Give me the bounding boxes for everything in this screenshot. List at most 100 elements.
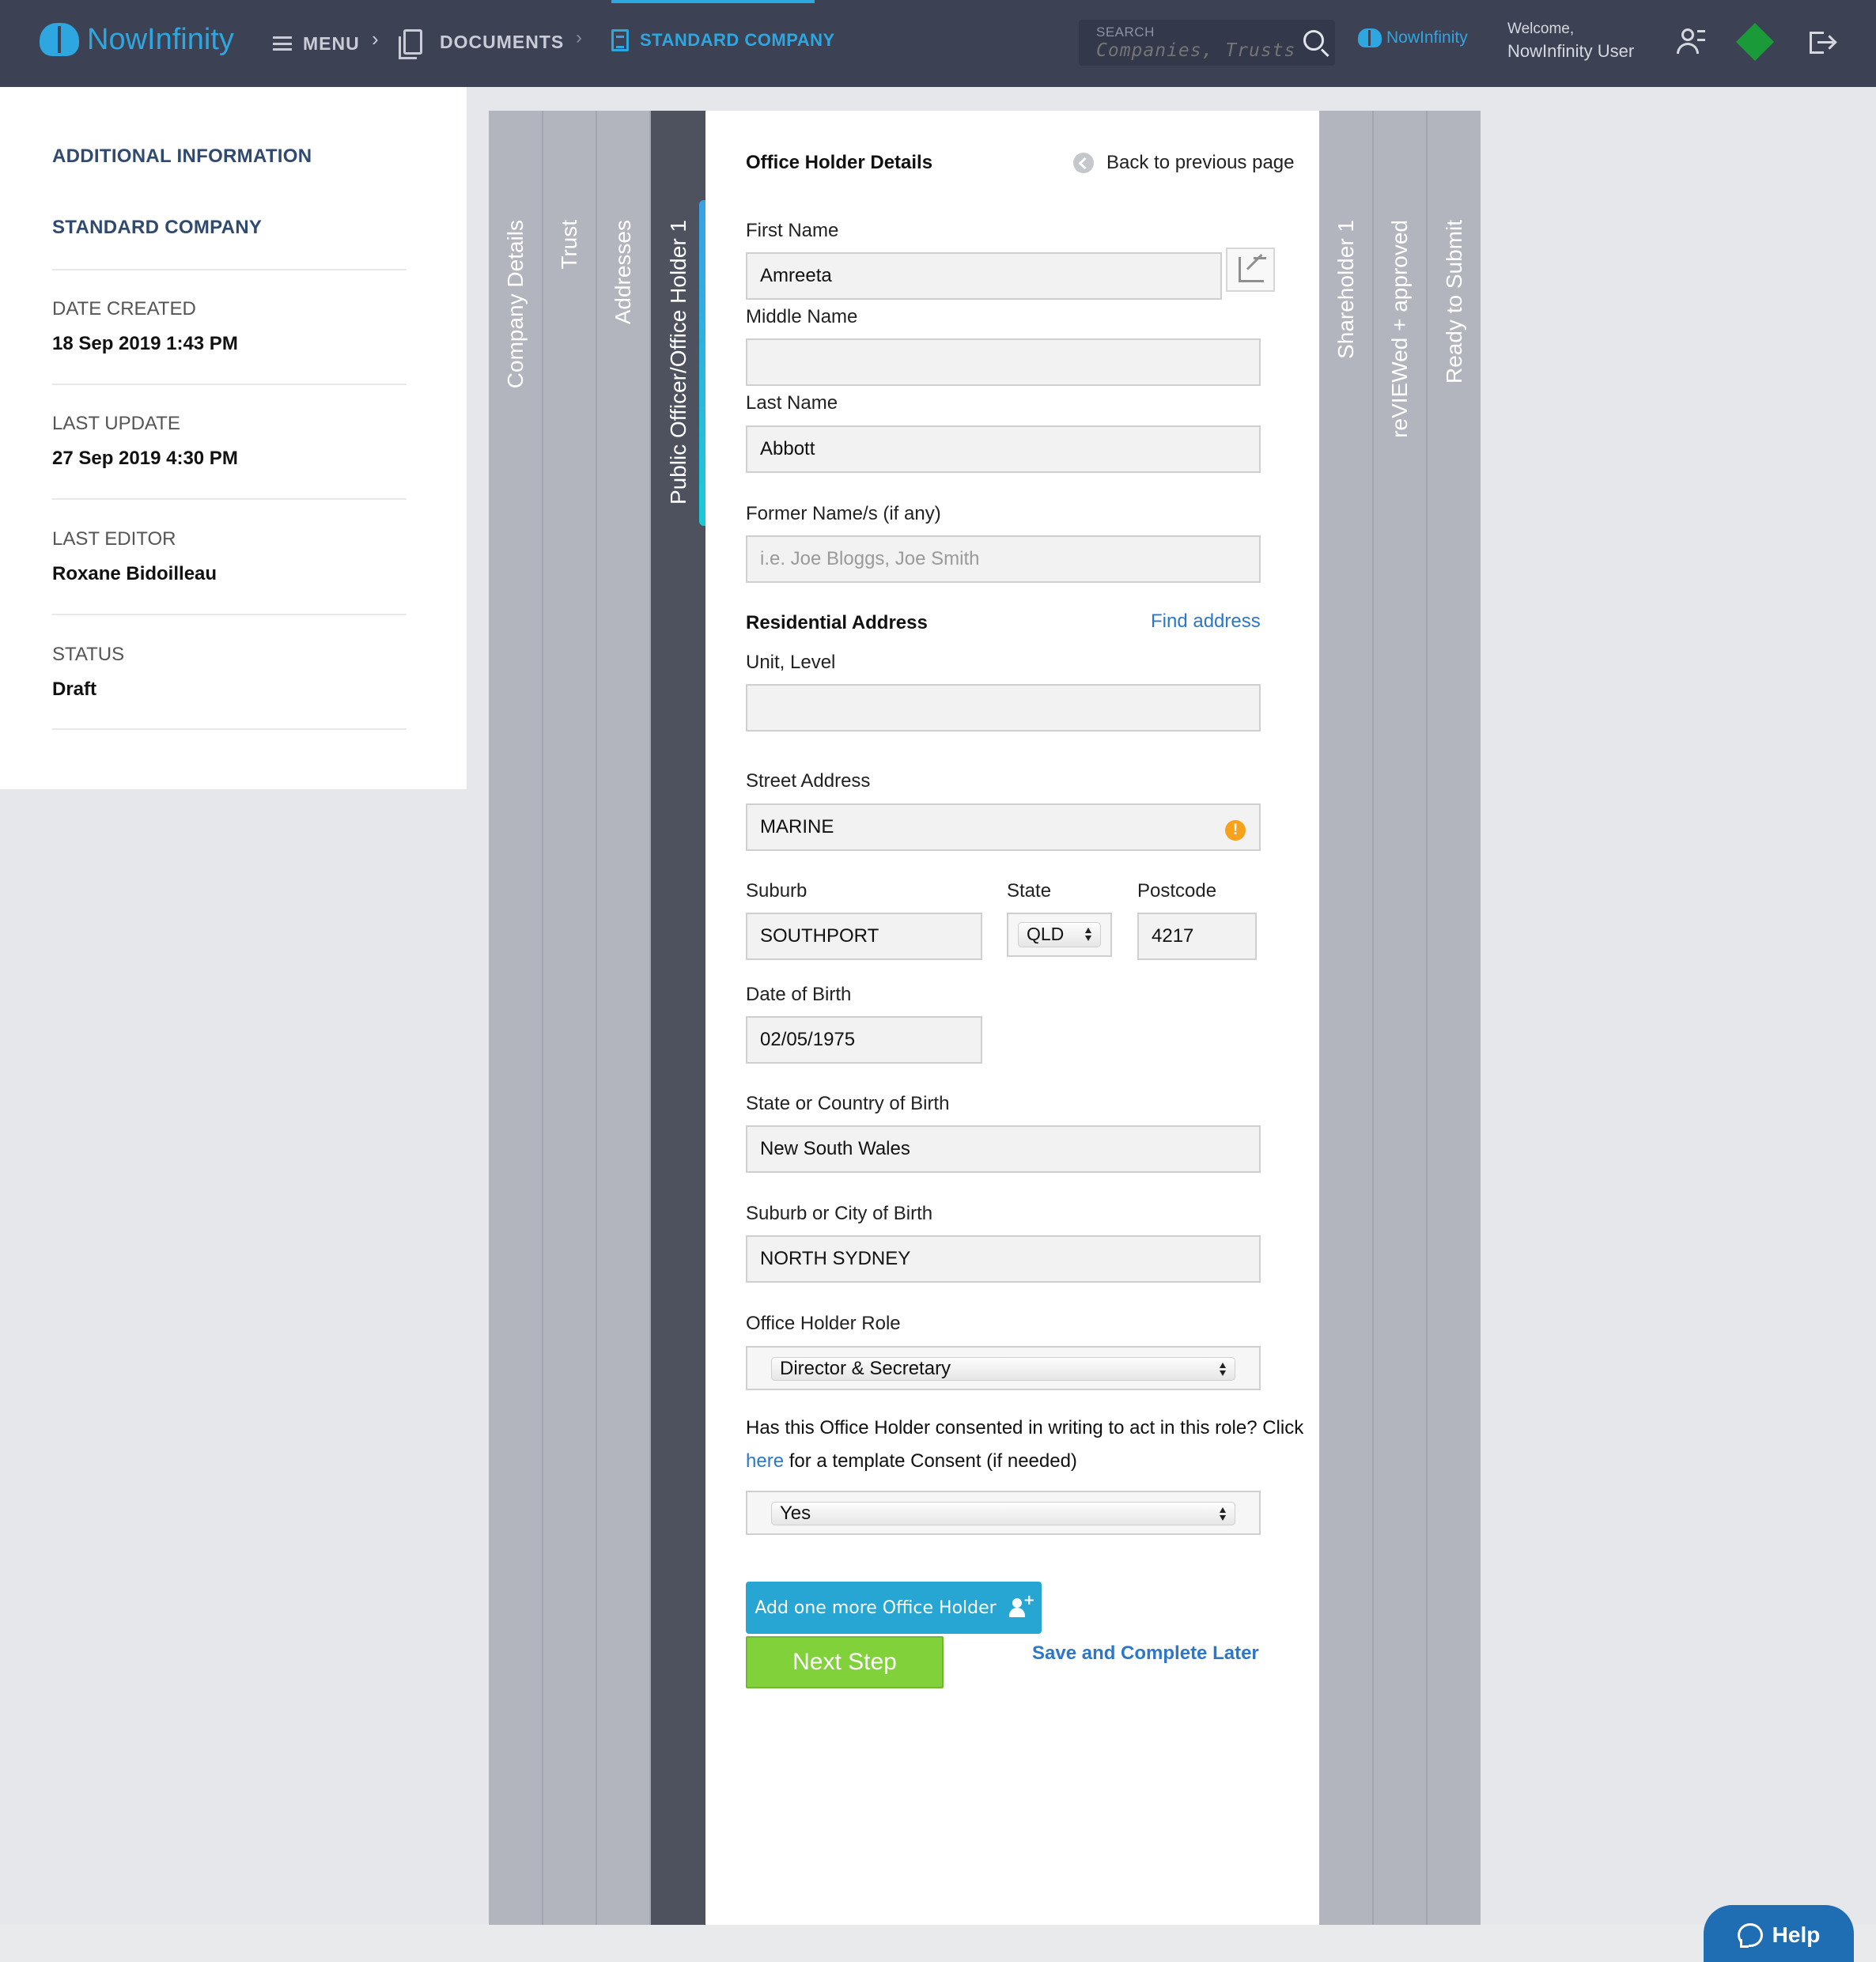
last-editor-value: Roxane Bidoilleau xyxy=(52,563,217,584)
role-select-control[interactable]: Director & Secretary xyxy=(771,1357,1235,1381)
top-navigation-bar: NowInfinity MENU › DOCUMENTS › STANDARD … xyxy=(0,0,1876,87)
open-external-button[interactable] xyxy=(1226,248,1275,292)
last-name-label: Last Name xyxy=(746,392,838,414)
consent-select[interactable]: Yes xyxy=(746,1491,1261,1535)
wizard-container: Company Details Trust Addresses Public O… xyxy=(489,111,1481,1925)
middle-name-label: Middle Name xyxy=(746,306,858,327)
form-title: Office Holder Details xyxy=(746,152,933,173)
state-select[interactable]: QLD xyxy=(1007,913,1112,957)
search-input[interactable] xyxy=(1096,40,1294,61)
street-address-input[interactable] xyxy=(746,803,1261,851)
breadcrumb-standard-company[interactable]: STANDARD COMPANY xyxy=(611,21,835,60)
suburb-input[interactable] xyxy=(746,913,982,960)
back-to-previous-page-link[interactable]: Back to previous page xyxy=(1073,152,1294,174)
user-profile-icon[interactable] xyxy=(1677,28,1705,55)
logout-icon[interactable] xyxy=(1810,32,1833,54)
divider xyxy=(52,269,407,270)
search-icon[interactable] xyxy=(1303,30,1324,51)
consent-value: Yes xyxy=(780,1503,811,1524)
state-select-control[interactable]: QLD xyxy=(1018,922,1101,947)
suburb-label: Suburb xyxy=(746,880,808,902)
tab-label: Shareholder 1 xyxy=(1333,220,1358,359)
global-search: SEARCH xyxy=(1079,20,1335,66)
tab-shareholder-1[interactable]: Shareholder 1 xyxy=(1319,111,1374,1925)
postcode-input[interactable] xyxy=(1137,913,1257,960)
form-document-icon xyxy=(611,29,629,51)
menu-label: MENU xyxy=(303,32,360,54)
last-update-value: 27 Sep 2019 4:30 PM xyxy=(52,448,238,469)
tab-ready-to-submit[interactable]: Ready to Submit xyxy=(1428,111,1481,1925)
tab-company-details[interactable]: Company Details xyxy=(489,111,543,1925)
logo-text: NowInfinity xyxy=(87,22,234,56)
additional-information-panel: ADDITIONAL INFORMATION STANDARD COMPANY … xyxy=(0,87,467,789)
back-arrow-icon xyxy=(1073,153,1094,173)
tab-addresses[interactable]: Addresses xyxy=(597,111,651,1925)
welcome-user: Welcome, NowInfinity User xyxy=(1507,21,1634,62)
last-name-input[interactable] xyxy=(746,425,1261,473)
help-button[interactable]: Help xyxy=(1704,1905,1854,1962)
add-user-plus: + xyxy=(1023,1592,1035,1609)
nowinfinity-small-logo[interactable]: NowInfinity xyxy=(1358,28,1468,47)
nowinfinity-logo[interactable]: NowInfinity xyxy=(40,17,234,62)
page-footer-strip xyxy=(0,1925,1876,1962)
former-names-input[interactable] xyxy=(746,535,1261,583)
first-name-input[interactable] xyxy=(746,252,1222,300)
consent-template-link[interactable]: here xyxy=(746,1450,784,1472)
select-arrows-icon xyxy=(1219,1363,1227,1377)
external-link-icon xyxy=(1239,257,1266,282)
add-user-icon: + xyxy=(1008,1592,1035,1619)
menu-button[interactable]: MENU xyxy=(273,24,360,63)
city-of-birth-input[interactable] xyxy=(746,1235,1261,1283)
status-label: STATUS xyxy=(52,644,125,665)
tab-label: Public Officer/Office Holder 1 xyxy=(665,220,690,505)
consent-text-before: Has this Office Holder consented in writ… xyxy=(746,1417,1304,1438)
hamburger-icon xyxy=(273,36,292,51)
add-user-head xyxy=(1012,1598,1022,1608)
tab-reviewed-approved[interactable]: reVIEWed + approved xyxy=(1374,111,1428,1925)
divider xyxy=(52,384,407,385)
breadcrumb-separator-icon: › xyxy=(372,27,379,51)
divider xyxy=(52,614,407,615)
date-of-birth-input[interactable] xyxy=(746,1016,982,1064)
state-of-birth-input[interactable] xyxy=(746,1125,1261,1173)
chat-bubble-icon xyxy=(1737,1923,1763,1948)
brain-logo-icon xyxy=(1358,28,1382,47)
info-heading: ADDITIONAL INFORMATION xyxy=(52,146,312,167)
add-office-holder-button[interactable]: Add one more Office Holder + xyxy=(746,1582,1042,1634)
consent-select-control[interactable]: Yes xyxy=(771,1502,1235,1525)
date-created-label: DATE CREATED xyxy=(52,298,196,319)
city-of-birth-label: Suburb or City of Birth xyxy=(746,1203,933,1224)
state-label: State xyxy=(1007,880,1052,902)
user-name: NowInfinity User xyxy=(1507,41,1635,61)
save-and-complete-later-link[interactable]: Save and Complete Later xyxy=(1032,1643,1259,1665)
breadcrumb-documents[interactable]: DOCUMENTS xyxy=(399,22,564,62)
breadcrumb-separator-icon: › xyxy=(576,27,582,48)
find-address-link[interactable]: Find address xyxy=(1151,611,1261,633)
last-editor-label: LAST EDITOR xyxy=(52,528,176,550)
date-of-birth-label: Date of Birth xyxy=(746,984,852,1005)
add-office-holder-label: Add one more Office Holder xyxy=(755,1597,997,1618)
active-breadcrumb-indicator xyxy=(611,0,815,3)
select-arrows-icon xyxy=(1219,1507,1227,1522)
unit-level-input[interactable] xyxy=(746,684,1261,731)
info-entity-type: STANDARD COMPANY xyxy=(52,217,263,238)
status-value: Draft xyxy=(52,679,97,700)
tab-label: reVIEWed + approved xyxy=(1387,220,1412,438)
tab-trust[interactable]: Trust xyxy=(543,111,597,1925)
select-arrows-icon xyxy=(1084,928,1092,942)
status-diamond-icon[interactable] xyxy=(1735,22,1775,62)
next-step-button[interactable]: Next Step xyxy=(746,1636,944,1688)
help-label: Help xyxy=(1772,1922,1821,1947)
back-link-label: Back to previous page xyxy=(1106,152,1295,173)
warning-icon[interactable]: ! xyxy=(1225,820,1246,841)
logout-arrow xyxy=(1817,41,1833,43)
state-of-birth-label: State or Country of Birth xyxy=(746,1093,950,1114)
user-list-lines xyxy=(1697,30,1705,41)
middle-name-input[interactable] xyxy=(746,338,1261,386)
tab-label: Trust xyxy=(557,220,581,270)
office-holder-role-select[interactable]: Director & Secretary xyxy=(746,1346,1261,1390)
first-name-label: First Name xyxy=(746,220,839,241)
date-created-value: 18 Sep 2019 1:43 PM xyxy=(52,333,238,354)
tab-public-officer-office-holder-1[interactable]: Public Officer/Office Holder 1 xyxy=(651,111,709,1925)
tab-label: Addresses xyxy=(611,220,635,325)
